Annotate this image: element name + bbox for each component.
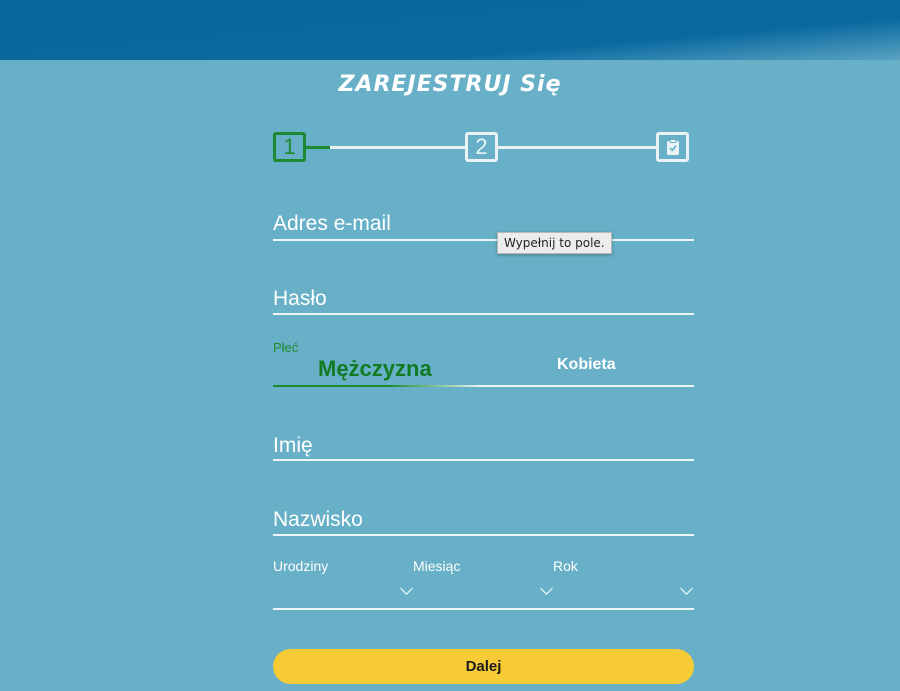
validation-tooltip: Wypełnij to pole. [497, 232, 612, 254]
birth-year-select[interactable]: Rok [553, 558, 693, 610]
step-2[interactable]: 2 [465, 132, 498, 162]
password-underline [273, 313, 694, 315]
step-1[interactable]: 1 [273, 132, 306, 162]
step-connector-1 [330, 146, 465, 149]
email-field[interactable]: Adres e-mail [273, 212, 694, 244]
next-button[interactable]: Dalej [273, 649, 694, 684]
gender-selected-underline [273, 385, 483, 387]
birth-year-label: Rok [553, 558, 578, 574]
chevron-down-icon [400, 582, 413, 595]
birth-month-label: Miesiąc [413, 558, 461, 574]
password-placeholder: Hasło [273, 287, 327, 310]
gender-option-female[interactable]: Kobieta [557, 356, 616, 374]
email-underline [273, 239, 694, 241]
stepper: 1 2 [273, 132, 694, 166]
page-title: ZAREJESTRUJ Się [338, 72, 562, 97]
birth-month-select[interactable]: Miesiąc [413, 558, 553, 610]
clipboard-check-icon [666, 138, 679, 155]
gender-label: Płeć [273, 340, 299, 355]
birthday-underline [273, 608, 694, 610]
step-2-label: 2 [475, 134, 488, 159]
last-name-placeholder: Nazwisko [273, 508, 363, 531]
last-name-underline [273, 534, 694, 536]
gender-option-male[interactable]: Mężczyzna [318, 356, 432, 382]
password-field[interactable]: Hasło [273, 287, 694, 319]
birth-day-select[interactable]: Urodziny [273, 558, 413, 610]
step-progress-line [306, 146, 330, 149]
last-name-field[interactable]: Nazwisko [273, 508, 694, 538]
birth-day-label: Urodziny [273, 558, 329, 574]
step-3[interactable] [656, 132, 689, 162]
step-1-label: 1 [283, 134, 296, 159]
email-placeholder: Adres e-mail [273, 212, 391, 235]
first-name-field[interactable]: Imię [273, 434, 694, 464]
header-bar [0, 0, 900, 60]
first-name-underline [273, 459, 694, 461]
chevron-down-icon [680, 582, 693, 595]
first-name-placeholder: Imię [273, 434, 313, 457]
chevron-down-icon [540, 582, 553, 595]
step-connector-2 [498, 146, 656, 149]
